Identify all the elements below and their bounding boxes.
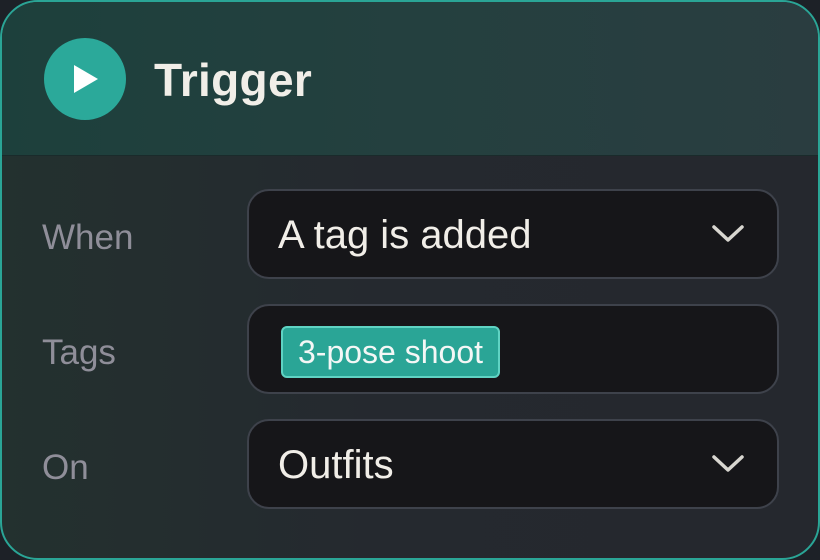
tags-label: Tags [42,333,116,372]
tag-chip[interactable]: 3-pose shoot [281,326,501,378]
on-select[interactable]: Outfits [247,419,779,509]
when-select[interactable]: A tag is added [247,189,779,279]
chevron-down-icon [712,455,744,472]
play-button[interactable] [44,38,126,120]
on-select-value: Outfits [278,443,394,487]
when-label: When [42,218,134,257]
chevron-down-icon [712,225,744,242]
on-label: On [42,448,89,487]
when-select-value: A tag is added [278,213,532,257]
card-header: Trigger [2,2,818,156]
tags-input[interactable]: 3-pose shoot [247,304,779,394]
trigger-card: Trigger When A tag is added Tags 3-pose … [0,0,820,560]
card-title: Trigger [154,54,313,106]
play-icon [74,65,98,93]
